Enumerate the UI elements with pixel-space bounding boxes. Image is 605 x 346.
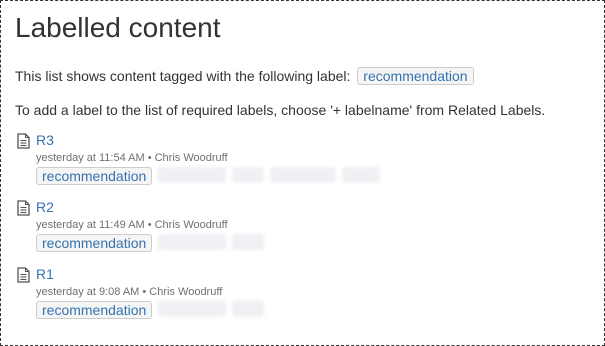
blurred-label (158, 167, 227, 183)
result-meta: yesterday at 9:08 AM • Chris Woodruff (36, 286, 223, 298)
blurred-label (158, 301, 227, 317)
content-frame: Labelled content This list shows content… (0, 0, 605, 346)
label-chip[interactable]: recommendation (36, 301, 153, 319)
result-title-link[interactable]: R2 (36, 198, 54, 216)
blurred-label (270, 167, 337, 183)
current-label-chip[interactable]: recommendation (357, 67, 474, 85)
result-meta: yesterday at 11:54 AM • Chris Woodruff (36, 152, 228, 164)
page-icon (17, 267, 30, 283)
blurred-label (342, 167, 381, 183)
page-icon (17, 200, 30, 216)
blurred-label (232, 167, 265, 183)
instructions-text: To add a label to the list of required l… (15, 102, 546, 118)
blurred-label (232, 301, 265, 317)
result-item: R2 yesterday at 11:49 AM • Chris Woodruf… (15, 198, 595, 260)
intro-text: This list shows content tagged with the … (15, 68, 351, 84)
label-chip[interactable]: recommendation (36, 167, 153, 185)
page-icon (17, 133, 30, 149)
result-title-link[interactable]: R1 (36, 265, 54, 283)
result-item: R3 yesterday at 11:54 AM • Chris Woodruf… (15, 131, 595, 193)
page-title: Labelled content (15, 12, 221, 43)
result-title-link[interactable]: R3 (36, 131, 54, 149)
label-chip[interactable]: recommendation (36, 234, 153, 252)
intro-line: This list shows content tagged with the … (15, 67, 474, 85)
result-labels: recommendation (36, 234, 270, 252)
result-labels: recommendation (36, 167, 386, 185)
result-item: R1 yesterday at 9:08 AM • Chris Woodruff… (15, 265, 595, 327)
blurred-label (158, 234, 227, 250)
result-labels: recommendation (36, 301, 270, 319)
result-meta: yesterday at 11:49 AM • Chris Woodruff (36, 219, 228, 231)
blurred-label (232, 234, 265, 250)
